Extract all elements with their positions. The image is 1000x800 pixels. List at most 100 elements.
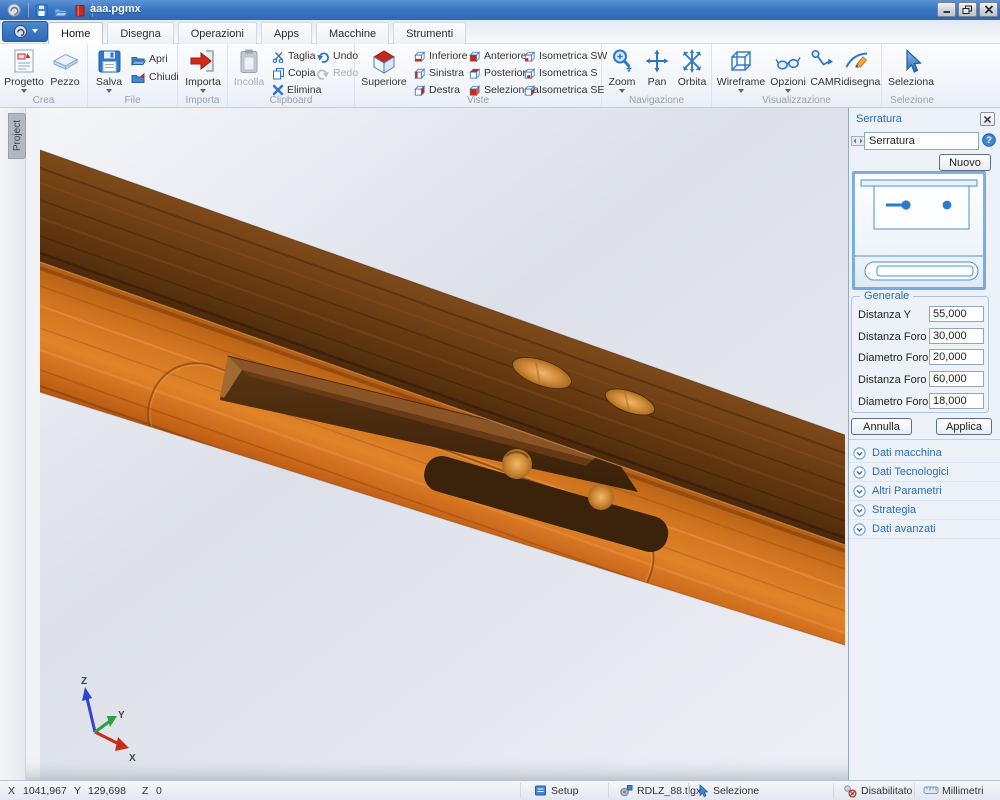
status-disabilitato[interactable]: Disabilitato <box>861 785 912 797</box>
restore-icon <box>962 5 973 15</box>
anteriore-button[interactable]: Anteriore <box>468 48 527 64</box>
tab-home[interactable]: Home <box>48 22 103 44</box>
lock-diagram-drawing <box>853 172 985 289</box>
sinistra-button[interactable]: Sinistra <box>413 65 464 81</box>
floppy-disk-icon <box>97 49 122 74</box>
isometrica-sw-button[interactable]: Isometrica SW <box>523 48 607 64</box>
chevron-down-icon <box>32 29 38 36</box>
disabled-key-icon <box>843 784 857 798</box>
app-menu-icon <box>13 24 28 39</box>
field-input-distanza-foro-1[interactable] <box>929 328 984 344</box>
selection-cursor-icon <box>698 784 709 797</box>
help-icon[interactable]: ? <box>982 133 996 147</box>
tab-operazioni[interactable]: Operazioni <box>178 22 257 44</box>
field-input-distanza-foro-2[interactable] <box>929 371 984 387</box>
divider <box>914 783 915 798</box>
close-button[interactable] <box>979 2 998 17</box>
tool-bit-icon <box>619 784 633 798</box>
field-label-distanza-y: Distanza Y <box>858 309 911 321</box>
field-input-diametro-foro-1[interactable] <box>929 349 984 365</box>
tab-strumenti[interactable]: Strumenti <box>393 22 466 44</box>
macro-selector-icon[interactable] <box>851 136 865 146</box>
tab-macchine[interactable]: Macchine <box>316 22 389 44</box>
ribbon-group-importa: Importa Importa <box>178 44 228 107</box>
tab-disegna[interactable]: Disegna <box>107 22 173 44</box>
status-millimetri[interactable]: Millimetri <box>942 785 983 797</box>
importa-button[interactable]: Importa <box>180 46 226 96</box>
app-icon[interactable] <box>6 2 22 18</box>
divider <box>28 3 29 17</box>
ribbon-group-visualizzazione: Wireframe Opzioni CAM <box>712 44 882 107</box>
quick-open-icon[interactable] <box>54 4 68 17</box>
svg-text:?: ? <box>986 135 992 146</box>
chevron-down-icon <box>853 466 866 479</box>
section-dati-tecnologici[interactable]: Dati Tecnologici <box>849 463 1000 482</box>
field-input-distanza-y[interactable] <box>929 306 984 322</box>
app-menu-button[interactable] <box>2 21 48 42</box>
ribbon-tab-strip: Home Disegna Operazioni Apps Macchine St… <box>0 20 1000 44</box>
opzioni-button[interactable]: Opzioni <box>768 46 808 96</box>
section-dati-avanzati[interactable]: Dati avanzati <box>849 520 1000 539</box>
status-setup[interactable]: Setup <box>551 785 578 797</box>
axis-y-label: Y <box>118 710 125 721</box>
chiudi-button[interactable]: Chiudi <box>131 69 179 85</box>
quick-save-icon[interactable] <box>35 4 48 17</box>
status-selezione[interactable]: Selezione <box>713 785 759 797</box>
ridisegna-button[interactable]: Ridisegna <box>834 46 880 88</box>
status-tool-file[interactable]: RDLZ_88.tlgx <box>637 785 701 797</box>
view-iso-sw-cube-icon <box>523 50 536 63</box>
section-strategia[interactable]: Strategia <box>849 501 1000 520</box>
panel-close-button[interactable] <box>980 112 995 126</box>
3d-viewport[interactable]: Z Y X <box>26 108 848 780</box>
nuovo-button[interactable]: Nuovo <box>939 154 991 171</box>
open-folder-icon <box>131 53 146 66</box>
pan-button[interactable]: Pan <box>641 46 673 88</box>
seleziona-button[interactable]: Seleziona <box>884 46 938 88</box>
field-input-diametro-foro-2[interactable] <box>929 393 984 409</box>
salva-button[interactable]: Salva <box>90 46 128 96</box>
left-dock-strip: Project <box>0 108 26 780</box>
progetto-button[interactable]: Progetto <box>3 46 45 96</box>
pezzo-button[interactable]: Pezzo <box>46 46 84 88</box>
magnifier-icon <box>610 48 635 74</box>
orbita-button[interactable]: Orbita <box>674 46 710 88</box>
axis-z-label: Z <box>81 676 87 687</box>
apri-button[interactable]: Apri <box>131 51 168 67</box>
window-title: aaa.pgmx <box>90 3 141 15</box>
section-altri-parametri[interactable]: Altri Parametri <box>849 482 1000 501</box>
import-arrow-icon <box>189 48 217 74</box>
chevron-down-icon <box>853 447 866 460</box>
isometrica-s-button[interactable]: Isometrica S <box>523 65 597 81</box>
incolla-button[interactable]: Incolla <box>229 46 269 88</box>
panel-slab-icon <box>52 49 79 73</box>
coord-z-value: 0 <box>156 785 162 797</box>
tab-apps[interactable]: Apps <box>261 22 312 44</box>
status-bar: X 1041,967 Y 129,698 Z 0 Setup RDLZ_88.t… <box>0 780 1000 800</box>
close-folder-icon <box>131 71 146 84</box>
view-iso-s-cube-icon <box>523 67 536 80</box>
pan-arrows-icon <box>644 48 670 74</box>
restore-button[interactable] <box>958 2 977 17</box>
minimize-button[interactable] <box>937 2 956 17</box>
redo-button[interactable]: Redo <box>316 65 358 81</box>
coord-y-label: Y <box>74 785 81 797</box>
inferiore-button[interactable]: Inferiore <box>413 48 468 64</box>
taglia-button[interactable]: Taglia <box>272 48 315 64</box>
annulla-button[interactable]: Annulla <box>851 418 912 435</box>
superiore-button[interactable]: Superiore <box>357 46 411 88</box>
project-panel-tab[interactable]: Project <box>8 113 26 159</box>
view-left-cube-icon <box>413 67 426 80</box>
undo-button[interactable]: Undo <box>316 48 358 64</box>
generale-legend: Generale <box>860 290 913 302</box>
applica-button[interactable]: Applica <box>936 418 992 435</box>
cam-button[interactable]: CAM <box>808 46 836 88</box>
quick-recent-icon[interactable] <box>74 4 86 17</box>
macro-search-input[interactable] <box>864 132 979 150</box>
copia-button[interactable]: Copia <box>272 65 315 81</box>
wireframe-button[interactable]: Wireframe <box>714 46 768 96</box>
field-label-distanza-foro-1: Distanza Foro 1 <box>858 331 936 343</box>
section-dati-macchina[interactable]: Dati macchina <box>849 444 1000 463</box>
divider <box>833 783 834 798</box>
coord-y-value: 129,698 <box>88 785 126 797</box>
zoom-button[interactable]: Zoom <box>605 46 639 96</box>
